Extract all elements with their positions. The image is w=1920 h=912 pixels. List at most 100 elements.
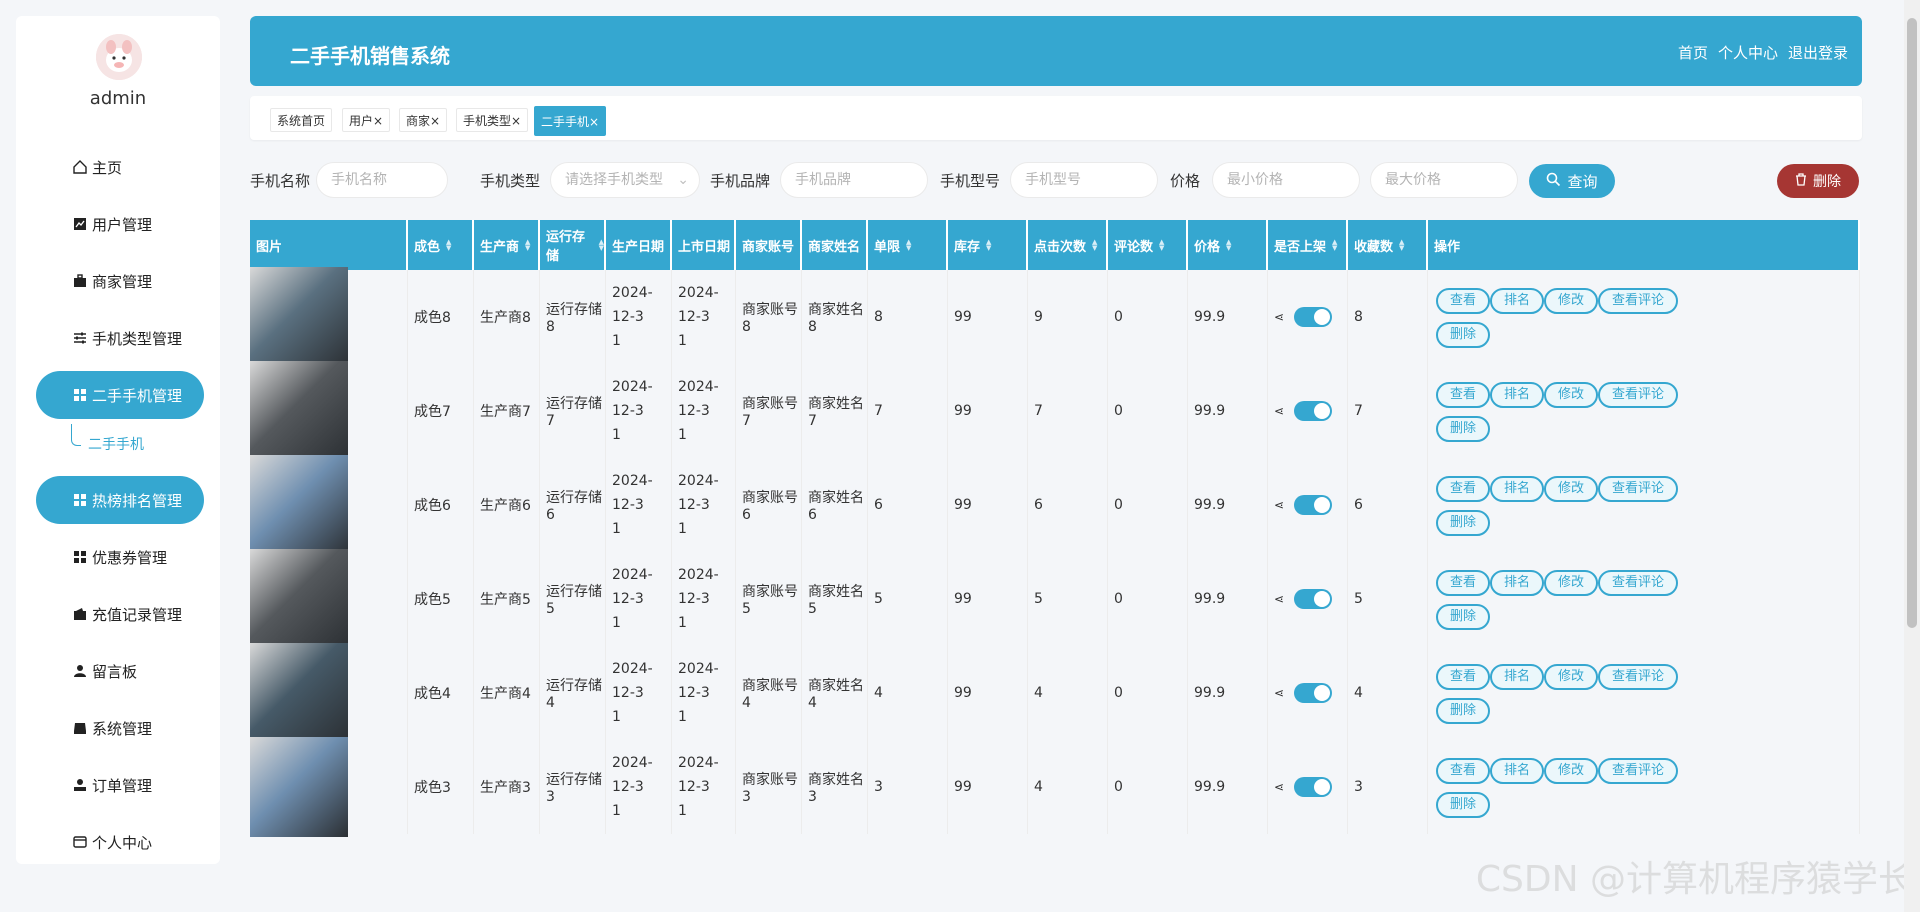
menu-coupon-management[interactable]: 优惠券管理 — [36, 533, 204, 581]
avatar[interactable] — [96, 34, 142, 80]
min-price-input[interactable]: 最小价格 — [1212, 162, 1360, 198]
batch-delete-button[interactable]: 删除 — [1777, 164, 1859, 198]
menu-user-management[interactable]: 用户管理 — [36, 200, 204, 248]
on-sale-toggle[interactable] — [1294, 777, 1333, 797]
tab-phone-type[interactable]: 手机类型× — [456, 108, 529, 132]
sort-icon[interactable]: ▲ ▼ — [906, 239, 911, 252]
on-sale-toggle[interactable] — [1294, 401, 1333, 421]
edit-button[interactable]: 修改 — [1544, 664, 1599, 690]
sort-icon[interactable]: ▲ ▼ — [1332, 239, 1337, 252]
menu-recharge-management[interactable]: 充值记录管理 — [36, 590, 204, 638]
delete-button[interactable]: 删除 — [1436, 322, 1491, 348]
view-comments-button[interactable]: 查看评论 — [1598, 664, 1679, 690]
menu-merchant-management[interactable]: 商家管理 — [36, 257, 204, 305]
on-sale-toggle[interactable] — [1294, 307, 1333, 327]
sort-icon[interactable]: ▲ ▼ — [1226, 239, 1231, 252]
cell-condition: 成色3 — [408, 740, 474, 834]
th-comment-count[interactable]: 评论数 ▲ ▼ — [1108, 220, 1188, 270]
link-home[interactable]: 首页 — [1678, 42, 1708, 63]
phone-image[interactable] — [250, 455, 348, 555]
menu-system-management[interactable]: 系统管理 — [36, 704, 204, 752]
delete-button[interactable]: 删除 — [1436, 792, 1491, 818]
sort-icon[interactable]: ▲ ▼ — [986, 239, 991, 252]
phone-image[interactable] — [250, 361, 348, 461]
tab-used-phone[interactable]: 二手手机× — [534, 106, 607, 136]
view-comments-button[interactable]: 查看评论 — [1598, 476, 1679, 502]
phone-image[interactable] — [250, 643, 348, 743]
tab-user[interactable]: 用户× — [342, 108, 391, 132]
ranking-button[interactable]: 排名 — [1490, 476, 1545, 502]
phone-image[interactable] — [250, 737, 348, 837]
th-favorite-count[interactable]: 收藏数 ▲ ▼ — [1348, 220, 1428, 270]
view-button[interactable]: 查看 — [1436, 288, 1491, 314]
menu-hot-ranking-management[interactable]: 热榜排名管理 — [36, 476, 204, 524]
production-date-value: 1 — [612, 427, 621, 443]
view-button[interactable]: 查看 — [1436, 476, 1491, 502]
view-comments-button[interactable]: 查看评论 — [1598, 288, 1679, 314]
th-price[interactable]: 价格 ▲ ▼ — [1188, 220, 1268, 270]
delete-button[interactable]: 删除 — [1436, 698, 1491, 724]
th-condition[interactable]: 成色 ▲ ▼ — [408, 220, 474, 270]
delete-button[interactable]: 删除 — [1436, 416, 1491, 442]
scrollbar[interactable] — [1904, 0, 1920, 912]
view-button[interactable]: 查看 — [1436, 758, 1491, 784]
cell-on-sale: ⋖ — [1268, 552, 1348, 646]
phone-model-input[interactable]: 手机型号 — [1010, 162, 1158, 198]
max-price-input[interactable]: 最大价格 — [1370, 162, 1518, 198]
phone-type-select[interactable]: 请选择手机类型 ⌄ — [550, 162, 700, 198]
sort-icon[interactable]: ▲ ▼ — [1159, 239, 1164, 252]
sort-icon[interactable]: ▲ ▼ — [599, 239, 604, 252]
menu-order-management[interactable]: 订单管理 — [36, 761, 204, 809]
ranking-button[interactable]: 排名 — [1490, 570, 1545, 596]
phone-image[interactable] — [250, 549, 348, 649]
delete-button[interactable]: 删除 — [1436, 604, 1491, 630]
ranking-button[interactable]: 排名 — [1490, 664, 1545, 690]
edit-button[interactable]: 修改 — [1544, 758, 1599, 784]
tab-system-home[interactable]: 系统首页 — [270, 108, 333, 132]
link-logout[interactable]: 退出登录 — [1788, 42, 1848, 63]
edit-button[interactable]: 修改 — [1544, 382, 1599, 408]
view-button[interactable]: 查看 — [1436, 570, 1491, 596]
ranking-button[interactable]: 排名 — [1490, 288, 1545, 314]
share-icon: ⋖ — [1274, 780, 1285, 794]
th-on-sale[interactable]: 是否上架 ▲ ▼ — [1268, 220, 1348, 270]
submenu-used-phone[interactable]: 二手手机 — [88, 434, 144, 454]
edit-button[interactable]: 修改 — [1544, 570, 1599, 596]
on-sale-toggle[interactable] — [1294, 589, 1333, 609]
query-button[interactable]: 查询 — [1529, 164, 1615, 198]
cell-image — [250, 737, 408, 837]
menu-home[interactable]: 主页 — [36, 143, 204, 191]
view-comments-button[interactable]: 查看评论 — [1598, 382, 1679, 408]
edit-button[interactable]: 修改 — [1544, 476, 1599, 502]
scrollbar-thumb[interactable] — [1907, 18, 1917, 628]
view-button[interactable]: 查看 — [1436, 382, 1491, 408]
sort-icon[interactable]: ▲ ▼ — [1092, 239, 1097, 252]
link-personal-center[interactable]: 个人中心 — [1718, 42, 1778, 63]
th-ram[interactable]: 运行存储 ▲ ▼ — [540, 220, 606, 270]
th-click-count[interactable]: 点击次数 ▲ ▼ — [1028, 220, 1108, 270]
delete-button[interactable]: 删除 — [1436, 510, 1491, 536]
menu-phone-type-management[interactable]: 手机类型管理 — [36, 314, 204, 362]
sort-icon[interactable]: ▲ ▼ — [525, 239, 530, 252]
sort-icon[interactable]: ▲ ▼ — [1399, 239, 1404, 252]
view-button[interactable]: 查看 — [1436, 664, 1491, 690]
phone-image[interactable] — [250, 267, 348, 367]
menu-personal-center[interactable]: 个人中心 — [36, 818, 204, 866]
on-sale-toggle[interactable] — [1294, 683, 1333, 703]
th-maker[interactable]: 生产商 ▲ ▼ — [474, 220, 540, 270]
th-stock[interactable]: 库存 ▲ ▼ — [948, 220, 1028, 270]
th-limit[interactable]: 单限 ▲ ▼ — [868, 220, 948, 270]
ranking-button[interactable]: 排名 — [1490, 382, 1545, 408]
view-comments-button[interactable]: 查看评论 — [1598, 758, 1679, 784]
edit-button[interactable]: 修改 — [1544, 288, 1599, 314]
view-comments-button[interactable]: 查看评论 — [1598, 570, 1679, 596]
ranking-button[interactable]: 排名 — [1490, 758, 1545, 784]
menu-used-phone-management[interactable]: 二手手机管理 — [36, 371, 204, 419]
cell-launch-date: 2024-12-3 1 — [672, 646, 736, 740]
phone-name-input[interactable]: 手机名称 — [316, 162, 448, 198]
tab-merchant[interactable]: 商家× — [399, 108, 448, 132]
sort-icon[interactable]: ▲ ▼ — [446, 239, 451, 252]
on-sale-toggle[interactable] — [1294, 495, 1333, 515]
menu-message-board[interactable]: 留言板 — [36, 647, 204, 695]
phone-brand-input[interactable]: 手机品牌 — [780, 162, 928, 198]
